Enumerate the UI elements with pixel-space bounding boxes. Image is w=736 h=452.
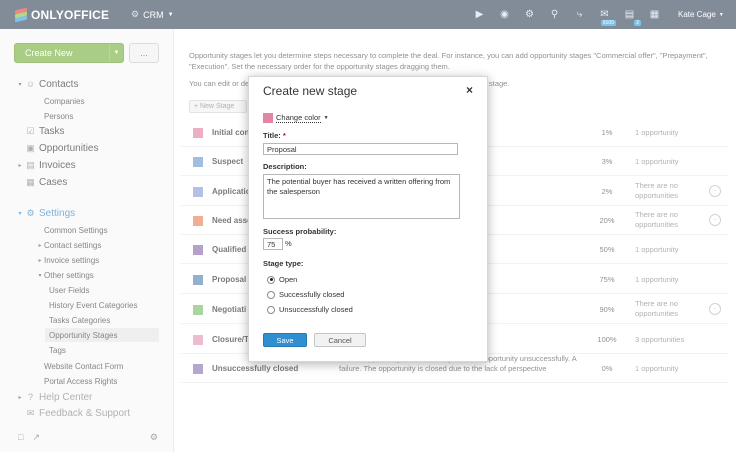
change-color-label[interactable]: Change color <box>276 113 321 123</box>
description-textarea[interactable]: The potential buyer has received a writt… <box>263 174 460 219</box>
title-label: Title: * <box>263 131 286 140</box>
color-swatch <box>263 113 273 123</box>
save-button[interactable]: Save <box>263 333 307 347</box>
change-color-control[interactable]: Change color ▼ <box>263 113 329 123</box>
stage-type-label-success: Successfully closed <box>279 290 345 299</box>
stage-type-unsuccessfully-closed[interactable]: Unsuccessfully closed <box>267 305 353 314</box>
title-input[interactable]: Proposal <box>263 143 458 155</box>
stage-type-label-fail: Unsuccessfully closed <box>279 305 353 314</box>
radio-button-selected[interactable] <box>267 275 275 284</box>
chevron-down-icon[interactable]: ▼ <box>324 115 329 121</box>
description-label: Description: <box>263 162 307 171</box>
stage-type-successfully-closed[interactable]: Successfully closed <box>267 290 344 299</box>
dialog-title: Create new stage <box>263 84 358 98</box>
required-mark: * <box>282 131 286 140</box>
probability-label: Success probability: <box>263 227 337 236</box>
create-stage-dialog: Create new stage × Change color ▼ Title:… <box>248 76 488 362</box>
cancel-button[interactable]: Cancel <box>314 333 366 347</box>
stage-type-label: Stage type: <box>263 259 304 268</box>
stage-type-label-open: Open <box>279 275 298 284</box>
stage-type-open[interactable]: Open <box>267 275 297 284</box>
percent-sign: % <box>285 239 292 248</box>
radio-button[interactable] <box>267 305 275 314</box>
probability-input[interactable]: 75 <box>263 238 283 250</box>
close-icon[interactable]: × <box>466 83 473 97</box>
radio-button[interactable] <box>267 290 275 299</box>
